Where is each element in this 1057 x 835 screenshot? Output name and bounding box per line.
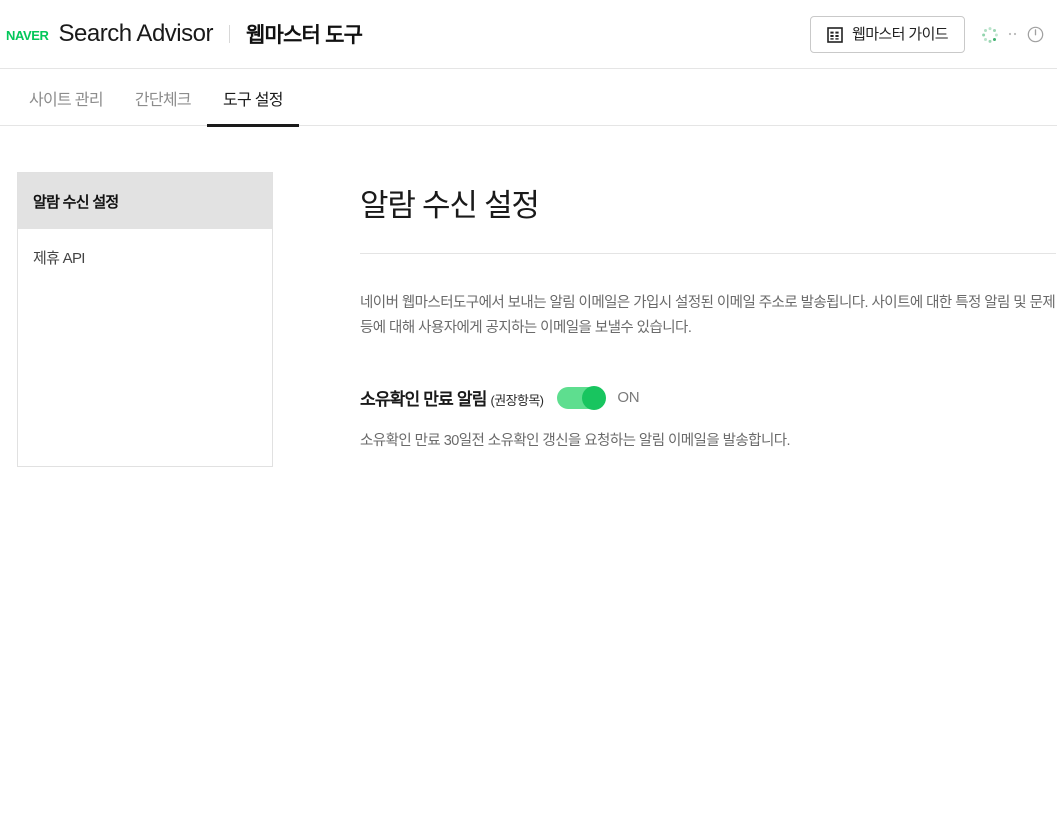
- title-divider: [360, 253, 1056, 254]
- brand-title: Search Advisor: [58, 20, 214, 47]
- dots-icon: [1008, 30, 1018, 40]
- settings-sidebar: 알람 수신 설정 제휴 API: [17, 172, 273, 467]
- setting-label-sub: (권장항목): [490, 393, 545, 408]
- tab-label: 도구 설정: [222, 91, 284, 109]
- sidebar-item-label: 알람 수신 설정: [33, 193, 119, 211]
- header-status-icons: [981, 26, 1044, 44]
- ownership-expiry-toggle[interactable]: [557, 385, 607, 410]
- webmaster-guide-button[interactable]: 웹마스터 가이드: [810, 16, 965, 53]
- brand: NAVER Search Advisor 웹마스터 도구: [6, 19, 363, 49]
- tab-tool-settings[interactable]: 도구 설정: [206, 69, 299, 127]
- power-icon[interactable]: [1027, 26, 1044, 43]
- header-actions: 웹마스터 가이드: [810, 0, 1049, 69]
- page-body: 알람 수신 설정 제휴 API 알람 수신 설정 네이버 웹마스터도구에서 보내…: [0, 126, 1057, 467]
- naver-logo: NAVER: [6, 27, 49, 43]
- settings-content: 알람 수신 설정 네이버 웹마스터도구에서 보내는 알림 이메일은 가입시 설정…: [360, 172, 1056, 467]
- setting-label-main: 소유확인 만료 알림: [360, 390, 487, 409]
- toggle-knob: [582, 385, 607, 410]
- app-header: NAVER Search Advisor 웹마스터 도구 웹마스터 가이드: [0, 0, 1057, 69]
- tab-label: 사이트 관리: [29, 91, 104, 109]
- ownership-expiry-setting-row: 소유확인 만료 알림 (권장항목) ON: [360, 385, 1056, 410]
- grid-icon: [827, 26, 843, 43]
- main-tabbar: 사이트 관리 간단체크 도구 설정: [0, 69, 1057, 127]
- page-title: 웹마스터 도구: [245, 24, 363, 47]
- intro-text: 네이버 웹마스터도구에서 보내는 알림 이메일은 가입시 설정된 이메일 주소로…: [360, 295, 1056, 336]
- tab-label: 간단체크: [134, 91, 192, 109]
- setting-label: 소유확인 만료 알림 (권장항목): [360, 385, 545, 410]
- toggle-state-label: ON: [617, 389, 640, 406]
- tab-site-management[interactable]: 사이트 관리: [13, 69, 119, 126]
- tab-quick-check[interactable]: 간단체크: [119, 69, 207, 126]
- sidebar-item-label: 제휴 API: [33, 249, 85, 267]
- loading-spinner-icon: [981, 26, 999, 44]
- sidebar-item-partner-api[interactable]: 제휴 API: [18, 229, 272, 285]
- brand-divider: [228, 25, 230, 43]
- content-title: 알람 수신 설정: [360, 188, 540, 223]
- sidebar-item-alarm-settings[interactable]: 알람 수신 설정: [18, 173, 272, 229]
- setting-description: 소유확인 만료 30일전 소유확인 갱신을 요청하는 알림 이메일을 발송합니다…: [360, 433, 791, 449]
- webmaster-guide-label: 웹마스터 가이드: [852, 26, 949, 43]
